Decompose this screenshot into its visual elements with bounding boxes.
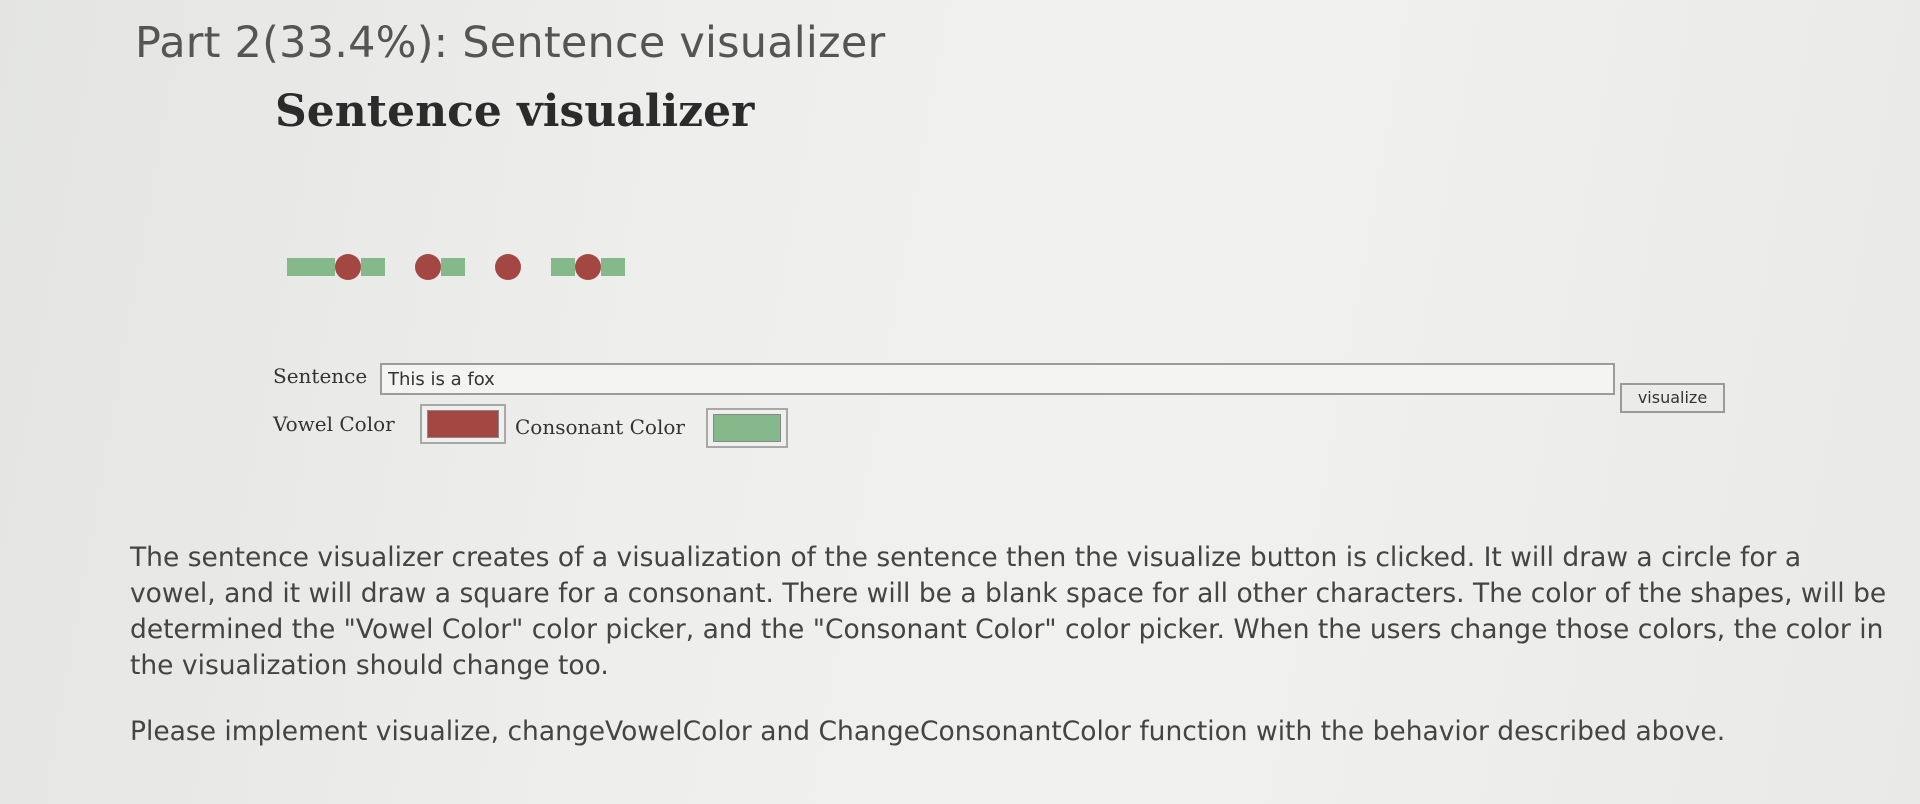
vowel-circle [575,254,601,280]
vowel-circle [415,254,441,280]
vowel-color-picker[interactable] [420,404,506,444]
consonant-color-swatch [713,414,781,442]
part-title: Part 2(33.4%): Sentence visualizer [135,18,886,68]
vowel-circle [495,254,521,280]
vowel-circle [335,254,361,280]
consonant-color-label: Consonant Color [515,415,685,439]
sentence-label: Sentence [273,364,368,388]
blank-space [521,258,551,276]
description-paragraph-2: Please implement visualize, changeVowelC… [130,716,1726,747]
blank-space [385,258,415,276]
consonant-square [441,258,465,276]
vowel-color-swatch [427,410,499,438]
description-paragraph-1: The sentence visualizer creates of a vis… [130,542,1887,681]
consonant-color-picker[interactable] [706,408,788,448]
consonant-square [361,258,385,276]
page-heading: Sentence visualizer [275,86,755,137]
visualize-button[interactable]: visualize [1620,383,1725,413]
blank-space [465,258,495,276]
vowel-color-label: Vowel Color [273,412,395,436]
consonant-square [601,258,625,276]
consonant-square [551,258,575,276]
consonant-square [287,258,311,276]
consonant-square [311,258,335,276]
sentence-input[interactable] [380,363,1615,395]
sentence-visualization [287,252,625,282]
